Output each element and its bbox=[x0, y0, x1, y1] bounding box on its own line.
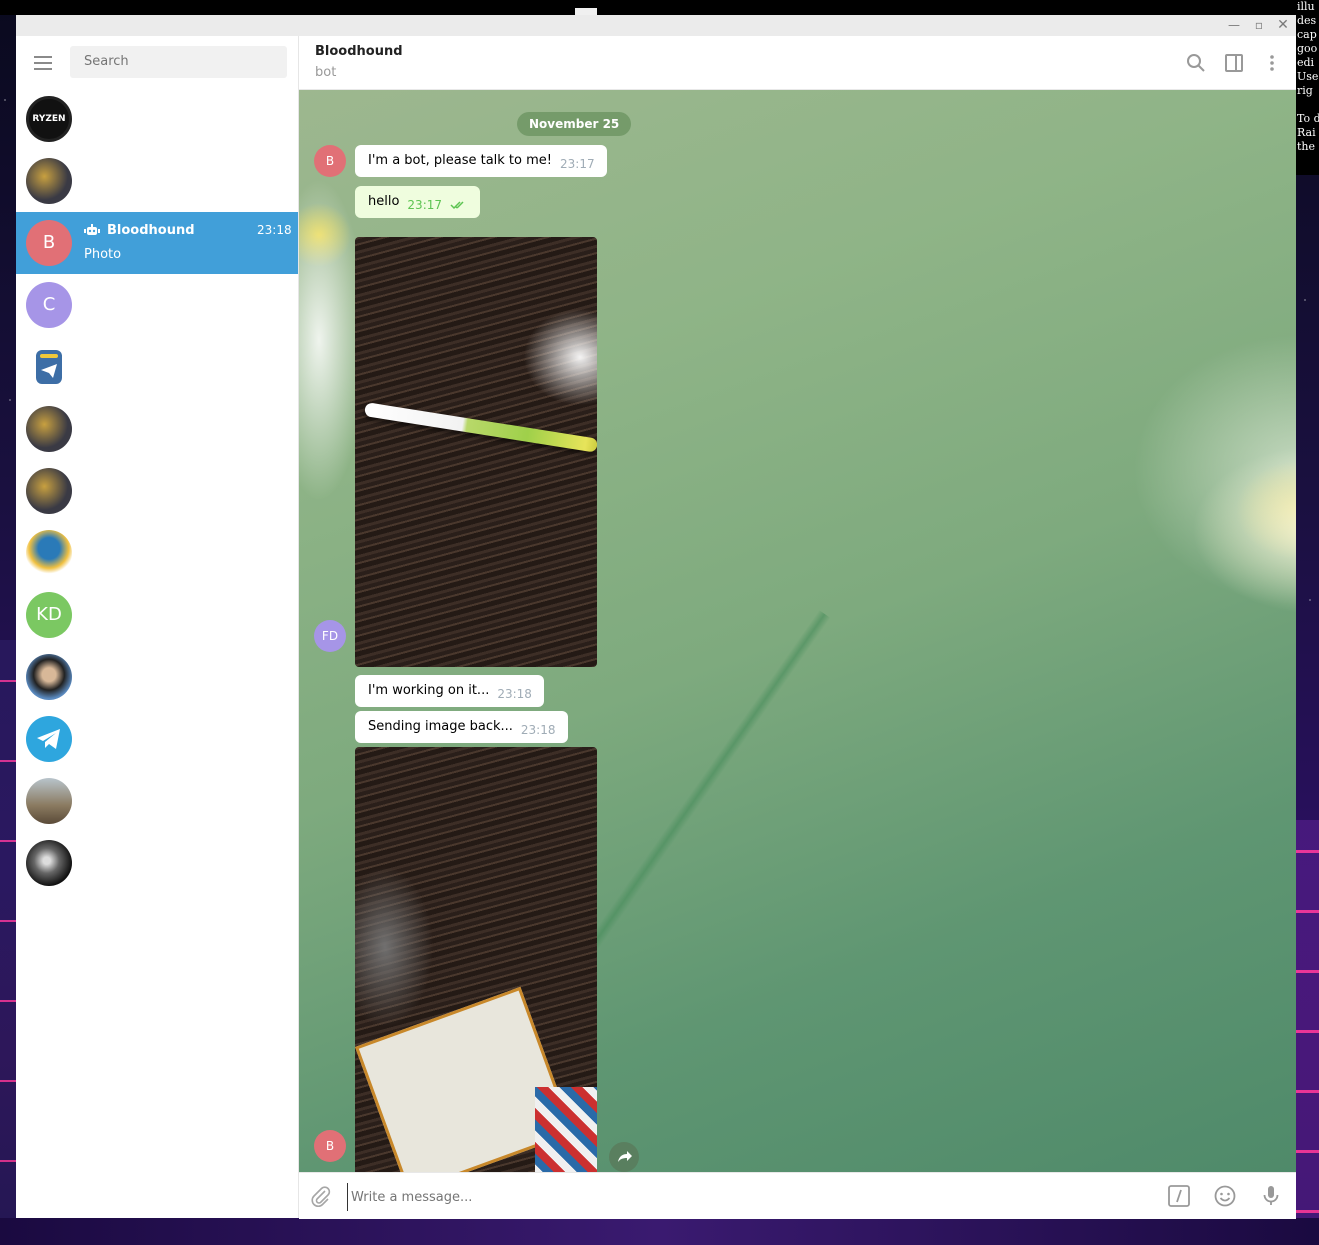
emoji-icon[interactable] bbox=[1213, 1184, 1237, 1208]
message-text: Sending image back... bbox=[368, 719, 513, 734]
avatar bbox=[26, 530, 72, 576]
avatar[interactable]: FD bbox=[314, 620, 346, 652]
avatar: B bbox=[26, 220, 72, 266]
message-input[interactable] bbox=[347, 1183, 1113, 1211]
message-time: 23:18 bbox=[520, 723, 556, 737]
avatar[interactable]: B bbox=[314, 1130, 346, 1162]
minimize-button[interactable]: — bbox=[1226, 18, 1242, 32]
desktop-wallpaper-right bbox=[1296, 820, 1319, 1240]
chat-item[interactable] bbox=[16, 150, 298, 212]
forward-button[interactable] bbox=[609, 1142, 639, 1172]
message-time: 23:17 bbox=[560, 157, 595, 171]
note-line: To d bbox=[1297, 112, 1319, 125]
chat-item[interactable]: RYZEN bbox=[16, 88, 298, 150]
note-line: des bbox=[1297, 14, 1317, 27]
date-separator: November 25 bbox=[517, 112, 632, 136]
photo-object bbox=[535, 1087, 597, 1172]
desktop-top-bar bbox=[0, 0, 1296, 15]
photo-message[interactable] bbox=[355, 237, 597, 667]
message-history[interactable]: November 25 B I'm a bot, please talk to … bbox=[299, 90, 1296, 1172]
message-bubble-outgoing[interactable]: hello 23:17 bbox=[355, 186, 481, 218]
message-composer bbox=[299, 1172, 1296, 1219]
note-line: Use bbox=[1297, 70, 1319, 83]
message-bubble[interactable]: I'm a bot, please talk to me! 23:17 bbox=[355, 145, 607, 177]
message-text: hello bbox=[368, 194, 400, 209]
note-line: illu bbox=[1297, 0, 1315, 13]
maximize-button[interactable]: ▫ bbox=[1251, 18, 1267, 32]
note-line bbox=[1297, 98, 1319, 112]
chat-name: Bloodhound bbox=[107, 223, 195, 238]
hamburger-menu-icon[interactable] bbox=[34, 56, 52, 70]
share-arrow-icon bbox=[618, 1151, 632, 1162]
message-time: 23:17 bbox=[407, 198, 443, 212]
search-input[interactable] bbox=[70, 46, 287, 78]
note-line: edi bbox=[1297, 56, 1315, 69]
avatar[interactable]: B bbox=[314, 145, 346, 177]
peer-status: bot bbox=[315, 65, 337, 80]
read-checkmarks-icon bbox=[450, 201, 464, 210]
sidebar-toggle-icon[interactable] bbox=[1223, 52, 1245, 74]
message-bubble[interactable]: Sending image back... 23:18 bbox=[355, 711, 568, 743]
chat-item[interactable] bbox=[16, 460, 298, 522]
desktop-note-text: illu des cap goo edi Use rig To d Rai th… bbox=[1294, 0, 1319, 175]
avatar bbox=[26, 840, 72, 886]
avatar bbox=[26, 406, 72, 452]
note-line: Rai bbox=[1297, 126, 1316, 139]
chat-list-sidebar: RYZEN B Bloodhound 23:18 Photo C bbox=[16, 36, 299, 1218]
note-line: rig bbox=[1297, 84, 1313, 97]
search-icon[interactable] bbox=[1185, 52, 1207, 74]
chat-item-bloodhound[interactable]: B Bloodhound 23:18 Photo bbox=[16, 212, 298, 274]
avatar: C bbox=[26, 282, 72, 328]
close-button[interactable]: ✕ bbox=[1275, 18, 1291, 32]
photo-message[interactable] bbox=[355, 747, 597, 1172]
photo-pen bbox=[363, 402, 597, 453]
message-text: I'm working on it... bbox=[368, 683, 490, 698]
telegram-window: — ▫ ✕ RYZEN B Bloodhound 23:18 Photo C bbox=[16, 15, 1296, 1219]
attach-icon[interactable] bbox=[309, 1184, 333, 1208]
note-line: the bbox=[1297, 140, 1316, 153]
chat-item[interactable] bbox=[16, 770, 298, 832]
telegram-python-icon bbox=[36, 350, 62, 384]
chat-item[interactable] bbox=[16, 398, 298, 460]
desktop-top-tab bbox=[575, 8, 597, 15]
desktop-wallpaper-left bbox=[0, 640, 16, 1240]
avatar bbox=[26, 778, 72, 824]
chat-header: Bloodhound bot bbox=[299, 36, 1296, 90]
avatar: KD bbox=[26, 592, 72, 638]
chat-preview: Photo bbox=[84, 247, 122, 262]
chat-item[interactable] bbox=[16, 336, 298, 398]
microphone-icon[interactable] bbox=[1259, 1184, 1283, 1208]
bot-commands-icon[interactable] bbox=[1167, 1184, 1191, 1208]
avatar bbox=[26, 716, 72, 762]
peer-name[interactable]: Bloodhound bbox=[315, 44, 403, 59]
avatar bbox=[26, 344, 72, 390]
chat-time: 23:18 bbox=[257, 223, 292, 237]
more-vertical-icon[interactable] bbox=[1261, 52, 1283, 74]
avatar bbox=[26, 468, 72, 514]
note-line: cap bbox=[1297, 28, 1317, 41]
message-bubble[interactable]: I'm working on it... 23:18 bbox=[355, 675, 544, 707]
desktop-wallpaper-bottom bbox=[0, 1218, 1319, 1245]
chat-item[interactable]: KD bbox=[16, 584, 298, 646]
chat-item[interactable] bbox=[16, 522, 298, 584]
bot-icon bbox=[84, 224, 100, 235]
avatar bbox=[26, 158, 72, 204]
avatar: RYZEN bbox=[26, 96, 72, 142]
chat-item[interactable]: C bbox=[16, 274, 298, 336]
telegram-logo-icon bbox=[37, 729, 60, 749]
note-line: goo bbox=[1297, 42, 1318, 55]
message-text: I'm a bot, please talk to me! bbox=[368, 153, 552, 168]
chat-item[interactable] bbox=[16, 646, 298, 708]
avatar bbox=[26, 654, 72, 700]
chat-item[interactable] bbox=[16, 708, 298, 770]
chat-item[interactable] bbox=[16, 832, 298, 894]
title-bar: — ▫ ✕ bbox=[16, 15, 1296, 36]
message-time: 23:18 bbox=[497, 687, 532, 701]
